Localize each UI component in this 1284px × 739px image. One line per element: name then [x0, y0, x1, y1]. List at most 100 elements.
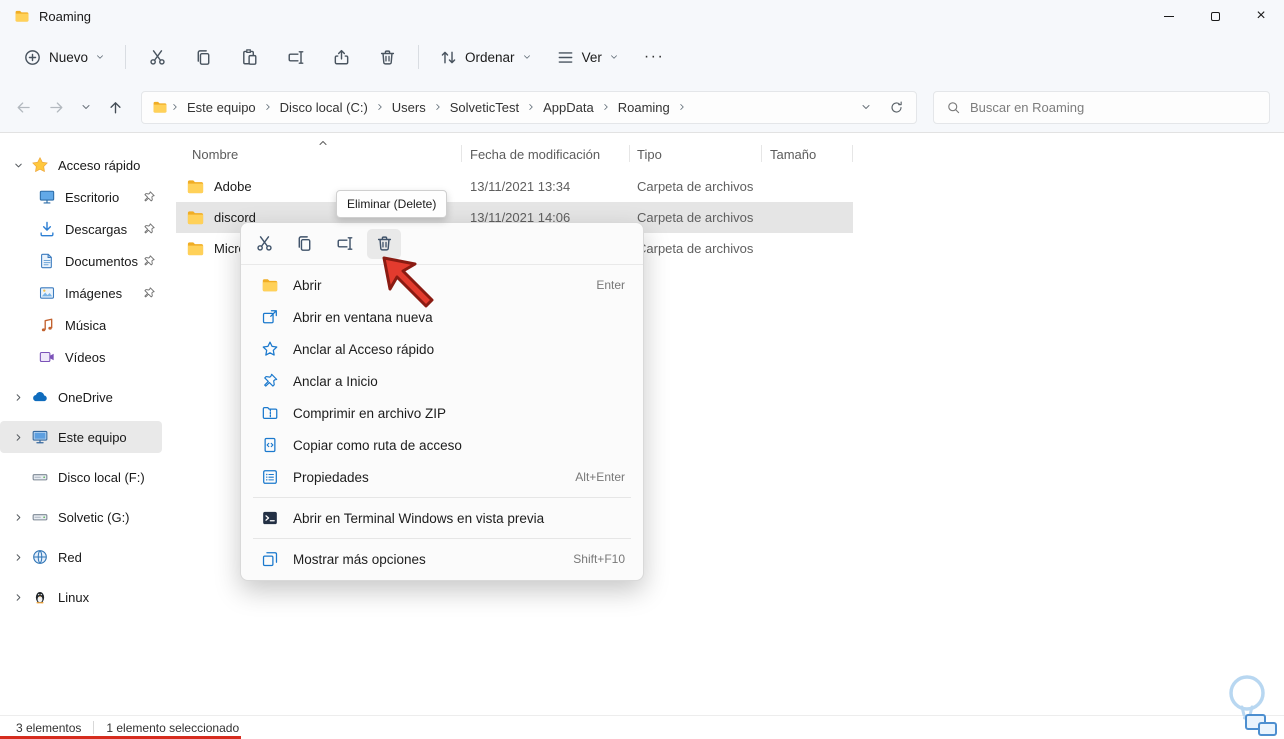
refresh-icon [889, 100, 904, 115]
column-header-nombre[interactable]: Nombre [176, 141, 462, 167]
sidebar-item-musica[interactable]: Música [0, 309, 162, 341]
toolbar-divider [125, 45, 127, 69]
context-menu-item-propiedades[interactable]: Propiedades Alt+Enter [245, 461, 639, 493]
chevron-right-icon [10, 429, 26, 445]
chevron-right-icon [10, 549, 26, 565]
sidebar-item-descargas[interactable]: Descargas [0, 213, 162, 245]
document-icon [38, 252, 56, 270]
sidebar-item-linux[interactable]: Linux [0, 581, 162, 613]
sidebar-item-videos[interactable]: Vídeos [0, 341, 162, 373]
folder-icon [14, 8, 30, 24]
chevron-right-icon [10, 589, 26, 605]
sidebar-item-disco-local-f[interactable]: Disco local (F:) [0, 461, 162, 493]
file-row-adobe[interactable]: Adobe 13/11/2021 13:34 Carpeta de archiv… [176, 171, 853, 202]
context-menu-item-comprimir-zip[interactable]: Comprimir en archivo ZIP [245, 397, 639, 429]
column-header-fecha[interactable]: Fecha de modificación [462, 141, 630, 167]
breadcrumb-este-equipo[interactable]: Este equipo [182, 97, 261, 118]
pictures-icon [38, 284, 56, 302]
context-menu-item-abrir-terminal[interactable]: Abrir en Terminal Windows en vista previ… [245, 502, 639, 534]
sidebar: Acceso rápido Escritorio Descargas Docum… [0, 133, 176, 715]
items-count: 3 elementos [16, 720, 82, 735]
sidebar-item-red[interactable]: Red [0, 541, 162, 573]
rename-icon [286, 48, 305, 67]
solvetic-watermark-icon [1229, 675, 1277, 736]
context-menu-item-anclar-acceso-rapido[interactable]: Anclar al Acceso rápido [245, 333, 639, 365]
chevron-right-icon [10, 389, 26, 405]
sidebar-item-label: OneDrive [58, 389, 113, 405]
more-options-button[interactable]: ··· [634, 40, 674, 74]
context-menu-item-abrir[interactable]: Abrir Enter [245, 269, 639, 301]
navigation-bar: Este equipo Disco local (C:) Users Solve… [0, 82, 1284, 132]
chevron-right-icon [677, 98, 687, 116]
breadcrumb-appdata[interactable]: AppData [538, 97, 599, 118]
maximize-button[interactable] [1192, 0, 1238, 32]
copy-button[interactable] [183, 40, 223, 74]
close-button[interactable]: × [1238, 0, 1284, 32]
titlebar: Roaming × [0, 0, 1284, 32]
paste-button[interactable] [229, 40, 269, 74]
close-icon: × [1256, 7, 1266, 24]
sidebar-item-imagenes[interactable]: Imágenes [0, 277, 162, 309]
refresh-button[interactable] [882, 93, 910, 121]
delete-button[interactable] [367, 40, 407, 74]
sidebar-item-label: Escritorio [65, 189, 120, 205]
breadcrumb-solvetictest[interactable]: SolveticTest [445, 97, 524, 118]
selected-count: 1 elemento seleccionado [106, 720, 240, 735]
quick-access-star-icon [31, 156, 49, 174]
menu-item-label: Mostrar más opciones [293, 551, 426, 567]
minimize-button[interactable] [1146, 0, 1192, 32]
file-type: Carpeta de archivos [637, 210, 754, 225]
search-input[interactable] [970, 99, 1261, 115]
rename-icon [335, 234, 354, 253]
rename-button[interactable] [275, 40, 315, 74]
star-outline-icon [261, 340, 279, 358]
ctx-copy-button[interactable] [287, 229, 321, 259]
context-menu-item-abrir-ventana-nueva[interactable]: Abrir en ventana nueva [245, 301, 639, 333]
forward-button[interactable] [41, 92, 72, 123]
sidebar-item-acceso-rapido[interactable]: Acceso rápido [0, 149, 162, 181]
breadcrumb-roaming[interactable]: Roaming [613, 97, 675, 118]
sidebar-item-documentos[interactable]: Documentos [0, 245, 162, 277]
properties-icon [261, 468, 279, 486]
context-menu-item-mostrar-mas-opciones[interactable]: Mostrar más opciones Shift+F10 [245, 543, 639, 575]
copy-path-icon [261, 436, 279, 454]
ctx-delete-button[interactable] [367, 228, 401, 259]
address-dropdown-button[interactable] [852, 93, 880, 121]
terminal-icon [261, 509, 279, 527]
sidebar-item-solvetic-g[interactable]: Solvetic (G:) [0, 501, 162, 533]
file-type: Carpeta de archivos [637, 241, 754, 256]
cut-button[interactable] [137, 40, 177, 74]
context-menu-item-anclar-inicio[interactable]: Anclar a Inicio [245, 365, 639, 397]
new-button[interactable]: Nuevo [14, 40, 114, 74]
ctx-rename-button[interactable] [327, 229, 361, 259]
column-header-tamano[interactable]: Tamaño [762, 141, 853, 167]
sidebar-item-label: Acceso rápido [58, 157, 141, 173]
shortcut-label: Shift+F10 [573, 552, 625, 566]
back-button[interactable] [8, 92, 39, 123]
breadcrumb-disco-local-c[interactable]: Disco local (C:) [275, 97, 373, 118]
folder-icon [261, 276, 279, 294]
video-icon [38, 348, 56, 366]
sort-button[interactable]: Ordenar [430, 40, 541, 74]
view-button[interactable]: Ver [547, 40, 628, 74]
context-menu: Abrir Enter Abrir en ventana nueva Ancla… [240, 222, 644, 581]
ctx-cut-button[interactable] [247, 229, 281, 259]
sidebar-item-este-equipo[interactable]: Este equipo [0, 421, 162, 453]
recent-locations-button[interactable] [74, 92, 98, 123]
chevron-down-icon [860, 101, 872, 113]
context-menu-item-copiar-ruta[interactable]: Copiar como ruta de acceso [245, 429, 639, 461]
shortcut-label: Alt+Enter [575, 470, 625, 484]
linux-penguin-icon [31, 588, 49, 606]
column-header-tipo[interactable]: Tipo [630, 141, 762, 167]
sidebar-item-onedrive[interactable]: OneDrive [0, 381, 162, 413]
share-button[interactable] [321, 40, 361, 74]
breadcrumb-users[interactable]: Users [387, 97, 431, 118]
menu-item-label: Anclar al Acceso rápido [293, 341, 435, 357]
more-options-icon [261, 550, 279, 568]
sidebar-item-escritorio[interactable]: Escritorio [0, 181, 162, 213]
up-button[interactable] [100, 92, 131, 123]
